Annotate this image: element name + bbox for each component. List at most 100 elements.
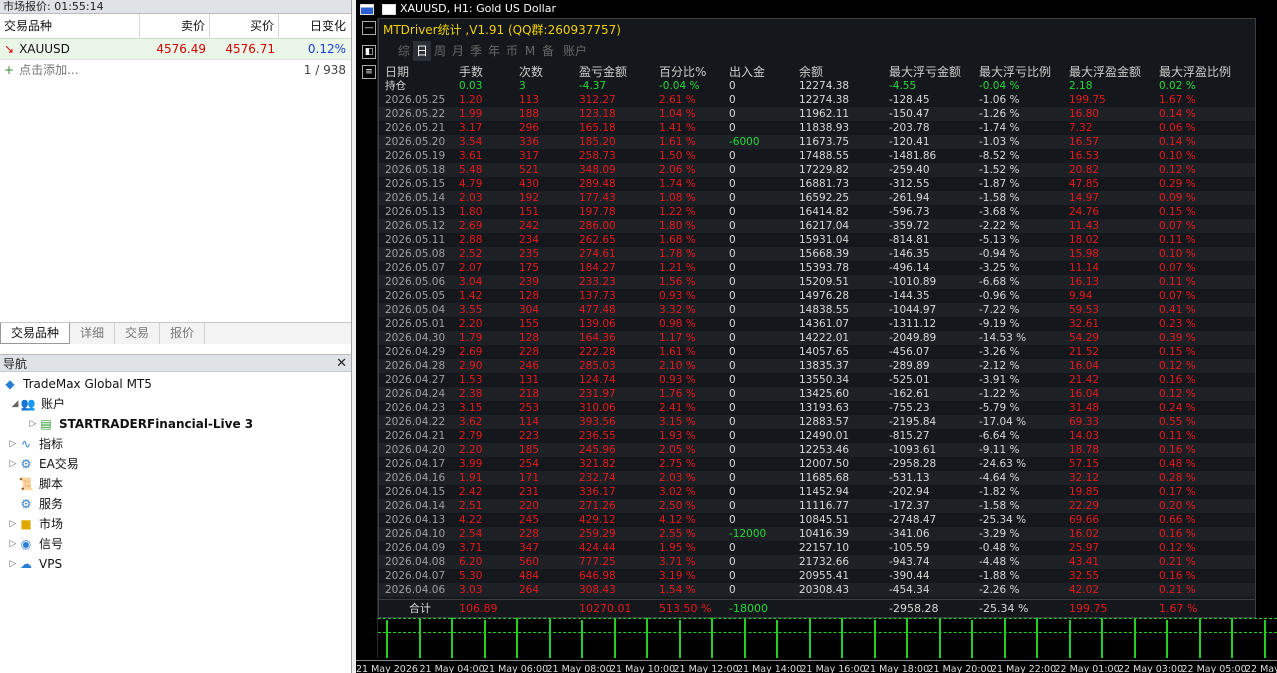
table-cell: 2.55 % [659,528,696,540]
table-cell: 124.74 [579,374,616,386]
period-tab[interactable]: 日 [413,41,431,61]
table-cell: 24.76 [1069,206,1100,218]
table-cell: 0.16 % [1159,374,1196,386]
list-icon[interactable]: ≡ [362,65,376,79]
table-row: 2026.04.30 1.79 128 164.36 1.17 % 0 14222.01 -2… [379,331,1255,345]
indicator-icon: ∿ [20,437,32,451]
table-cell: 2.20 [459,318,483,330]
volume-bar [1263,620,1266,658]
collapse-icon[interactable]: ◢ [10,394,20,414]
expand-icon[interactable]: ▷ [8,434,18,454]
expand-icon[interactable]: ▷ [28,414,38,434]
nav-root[interactable]: ◆ TradeMax Global MT5 [0,374,351,394]
expand-icon[interactable]: ▷ [8,514,18,534]
period-tab[interactable]: 周 [431,41,449,61]
nav-indicators[interactable]: ▷ ∿ 指标 [0,434,351,454]
table-cell: 21.42 [1069,374,1100,386]
table-row: 2026.04.13 4.22 245 429.12 4.12 % 0 10845.51 -2… [379,513,1255,527]
table-cell: -25.34 % [979,514,1027,526]
col-bid[interactable]: 卖价 [140,14,210,38]
table-cell: -1.87 % [979,178,1020,190]
nav-scripts[interactable]: 📜 脚本 [0,474,351,494]
nav-account-item[interactable]: ▷ ▤ STARTRADERFinancial-Live 3 [0,414,351,434]
expand-icon[interactable]: ▷ [8,454,18,474]
expand-icon[interactable]: ▷ [8,534,18,554]
table-cell: 0 [729,220,736,232]
table-cell: -6.68 % [979,276,1020,288]
period-tab[interactable]: 账户 [557,41,593,61]
table-cell: 12007.50 [799,458,850,470]
period-tab[interactable]: M [521,41,539,61]
add-symbol-button[interactable]: + 点击添加... [0,60,280,80]
table-cell: 0 [729,514,736,526]
nav-services[interactable]: ⚙ 服务 [0,494,351,514]
period-tab[interactable]: 综 [395,41,413,61]
nav-signals[interactable]: ▷ ◉ 信号 [0,534,351,554]
table-cell: -1.26 % [979,108,1020,120]
table-cell: 21732.66 [799,556,850,568]
table-cell: 177.43 [579,192,616,204]
table-cell: -6.64 % [979,430,1020,442]
expand-icon[interactable]: ▷ [8,554,18,574]
table-cell: 10416.39 [799,528,850,540]
table-cell: 348.09 [579,164,616,176]
volume-bar [873,620,876,658]
col-symbol[interactable]: 交易品种 [0,14,140,38]
chart-window[interactable]: XAUUSD, H1: Gold US Dollar — ◧ ≡ MTDrive… [356,0,1277,673]
volume-bar [776,620,778,658]
table-cell: 1.22 % [659,206,696,218]
symbol-row-xauusd[interactable]: ↘ XAUUSD 4576.49 4576.71 0.12% [0,39,351,60]
tab-trading[interactable]: 交易 [115,323,161,344]
period-tab[interactable]: 月 [449,41,467,61]
nav-experts[interactable]: ▷ ⚙ EA交易 [0,454,351,474]
close-icon[interactable]: ✕ [336,355,347,373]
table-cell: -5.13 % [979,234,1020,246]
table-cell: -1.74 % [979,122,1020,134]
table-cell: 484 [519,570,540,582]
nav-accounts[interactable]: ◢ 👥 账户 [0,394,351,414]
time-label: 21 May 22:00 [991,664,1057,673]
tab-details[interactable]: 详细 [70,323,116,344]
panel-icon[interactable]: ◧ [362,45,376,59]
table-cell: 165.18 [579,122,616,134]
period-tab[interactable]: 季 [467,41,485,61]
volume-bar [1133,618,1136,658]
volume-bar [1036,618,1038,658]
period-tab[interactable]: 备 [539,41,557,61]
period-tab[interactable]: 币 [503,41,521,61]
col-ask[interactable]: 买价 [210,14,279,38]
table-cell: 0.14 % [1159,136,1196,148]
table-cell: 3.03 [459,584,483,596]
table-cell: 4.12 % [659,514,696,526]
table-cell: 0 [729,80,736,92]
tab-ticks[interactable]: 报价 [160,323,206,344]
table-cell: -7.22 % [979,304,1020,316]
table-cell: 1.78 % [659,248,696,260]
table-cell: 5.30 [459,570,483,582]
table-cell: 15393.78 [799,262,850,274]
table-cell: 0 [729,556,736,568]
table-cell: 16.57 [1069,136,1100,148]
col-change[interactable]: 日变化 [279,14,350,38]
table-cell: -1010.89 [889,276,937,288]
table-cell: -2958.28 [889,458,937,470]
table-cell: -3.68 % [979,206,1020,218]
table-cell: -105.59 [889,542,930,554]
period-tab[interactable]: 年 [485,41,503,61]
volume-bar [1166,620,1168,658]
nav-vps[interactable]: ▷ ☁ VPS [0,554,351,574]
table-cell: 0 [729,486,736,498]
table-cell: -259.40 [889,164,930,176]
volume-bar [1101,618,1103,658]
table-cell: 2026.04.22 [385,416,446,428]
table-cell: 1.79 [459,332,483,344]
tab-symbols[interactable]: 交易品种 [0,323,71,344]
table-row: 2026.04.06 3.03 264 308.43 1.54 % 0 20308.43 -4… [379,583,1255,597]
nav-market[interactable]: ▷ ■ 市场 [0,514,351,534]
table-cell: 0.06 % [1159,122,1196,134]
table-cell: 0 [729,150,736,162]
minimize-icon[interactable]: — [362,21,376,35]
table-cell: -6000 [729,136,760,148]
table-row: 2026.04.07 5.30 484 646.98 3.19 % 0 20955.41 -3… [379,569,1255,583]
table-cell: 296 [519,122,540,134]
